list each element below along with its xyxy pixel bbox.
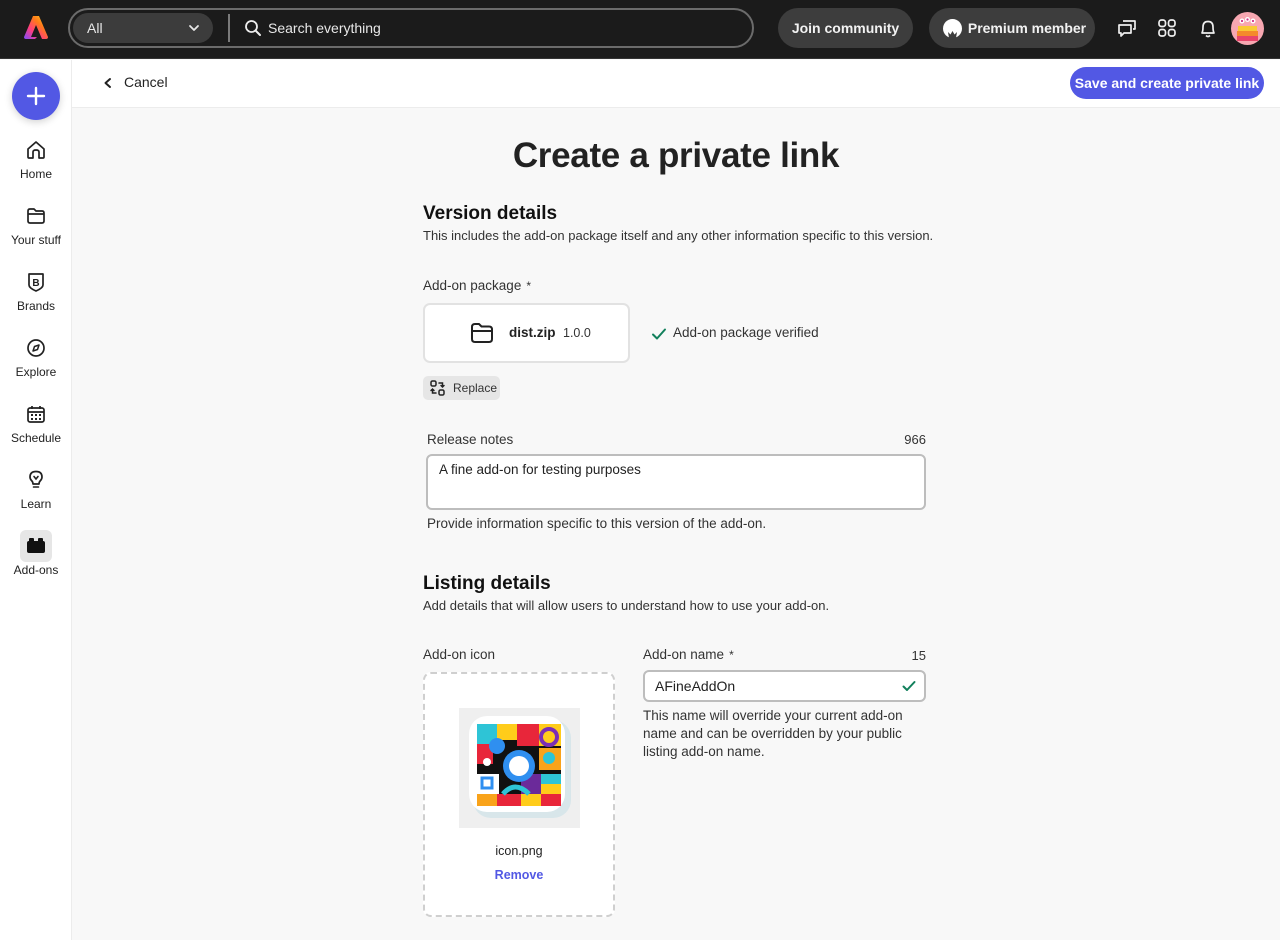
create-new-button[interactable]	[12, 72, 60, 120]
join-community-button[interactable]: Join community	[778, 8, 913, 48]
rail-item-brands[interactable]: B Brands	[0, 270, 72, 330]
rail-item-label: Your stuff	[10, 233, 62, 247]
search-input[interactable]	[268, 14, 728, 42]
bell-icon[interactable]	[1197, 17, 1219, 39]
add-on-icon-label: Add-on icon	[423, 647, 496, 662]
search-divider	[228, 14, 230, 42]
rail-item-add-ons[interactable]: Add-ons	[0, 530, 72, 594]
rail-item-label: Explore	[15, 365, 57, 379]
checkmark-icon	[652, 328, 666, 340]
package-verified-status: Add-on package verified	[651, 325, 819, 340]
rail-item-schedule[interactable]: Schedule	[0, 402, 72, 462]
package-file-name: dist.zip	[509, 325, 556, 340]
add-on-package-label-text: Add-on package	[423, 278, 522, 293]
cancel-button[interactable]: Cancel	[102, 74, 168, 90]
package-version: 1.0.0	[563, 326, 591, 340]
rail-item-label: Learn	[20, 497, 52, 511]
release-notes-label: Release notes	[427, 432, 514, 447]
home-icon	[27, 141, 45, 159]
add-on-name-help-text: This name will override your current add…	[643, 708, 903, 759]
premium-member-button[interactable]: Premium member	[929, 8, 1095, 48]
user-avatar[interactable]	[1231, 12, 1264, 45]
chevron-left-icon	[104, 78, 111, 88]
app-logo[interactable]	[22, 13, 50, 41]
version-details-description: This includes the add-on package itself …	[423, 228, 934, 243]
search-scope-dropdown[interactable]: All	[73, 13, 213, 43]
release-notes-char-counter: 966	[904, 432, 926, 447]
apps-grid-icon[interactable]	[1156, 17, 1178, 39]
rail-item-label: Schedule	[10, 431, 62, 445]
calendar-icon	[27, 406, 45, 423]
release-notes-textarea[interactable]: A fine add-on for testing purposes	[426, 454, 926, 510]
listing-details-heading: Listing details	[423, 573, 551, 594]
save-and-create-private-link-button[interactable]: Save and create private link	[1070, 67, 1264, 99]
package-verified-text: Add-on package verified	[673, 325, 819, 340]
brand-icon: B	[28, 273, 44, 292]
replace-label: Replace	[453, 381, 498, 395]
page-title: Create a private link	[512, 136, 840, 175]
required-indicator: *	[729, 648, 734, 662]
remove-icon-link[interactable]: Remove	[425, 868, 613, 882]
rail-item-label: Home	[19, 167, 52, 181]
listing-details-description: Add details that will allow users to und…	[423, 598, 830, 613]
plus-icon	[26, 86, 46, 106]
compass-icon	[27, 339, 45, 357]
premium-member-label: Premium member	[967, 20, 1087, 36]
rail-item-your-stuff[interactable]: Your stuff	[0, 204, 72, 264]
folder-icon	[27, 208, 45, 224]
version-details-heading: Version details	[423, 203, 558, 224]
search-scope-value: All	[87, 20, 103, 36]
lightbulb-icon	[29, 470, 43, 488]
valid-checkmark-icon	[902, 681, 916, 691]
replace-icon	[430, 380, 445, 396]
left-rail: Home Your stuff B Brands Explore Schedul…	[0, 60, 72, 940]
join-community-label: Join community	[791, 20, 900, 36]
crown-icon	[943, 19, 962, 38]
rail-item-home[interactable]: Home	[0, 138, 72, 198]
add-on-name-label-text: Add-on name	[643, 647, 725, 662]
rail-item-label: Add-ons	[13, 563, 59, 577]
rail-item-explore[interactable]: Explore	[0, 336, 72, 396]
replace-package-button[interactable]: Replace	[423, 376, 500, 400]
add-on-package-label: Add-on package *	[423, 278, 531, 293]
top-bar: All Join community Premium member	[0, 0, 1280, 59]
folder-icon	[471, 323, 493, 343]
icon-file-name: icon.png	[495, 844, 543, 858]
page-header-bar: Cancel Save and create private link	[72, 60, 1280, 108]
search-icon	[245, 20, 261, 36]
add-on-name-char-counter: 15	[911, 648, 926, 663]
add-on-name-label: Add-on name *	[643, 647, 734, 662]
add-on-name-input[interactable]	[643, 670, 926, 702]
package-file-card: dist.zip 1.0.0	[423, 303, 630, 363]
icon-dropzone[interactable]: icon.png Remove	[423, 672, 615, 917]
chat-icon[interactable]	[1116, 17, 1138, 39]
active-indicator	[20, 530, 52, 562]
rail-item-label: Brands	[16, 299, 56, 313]
rail-item-learn[interactable]: Learn	[0, 468, 72, 528]
svg-text:B: B	[32, 278, 39, 289]
cancel-label: Cancel	[124, 74, 168, 90]
addons-icon	[27, 538, 45, 553]
release-notes-help-text: Provide information specific to this ver…	[427, 516, 767, 531]
chevron-down-icon	[189, 25, 199, 31]
required-indicator: *	[526, 279, 531, 293]
icon-preview-image	[459, 708, 580, 828]
search-bar: All	[68, 8, 754, 48]
